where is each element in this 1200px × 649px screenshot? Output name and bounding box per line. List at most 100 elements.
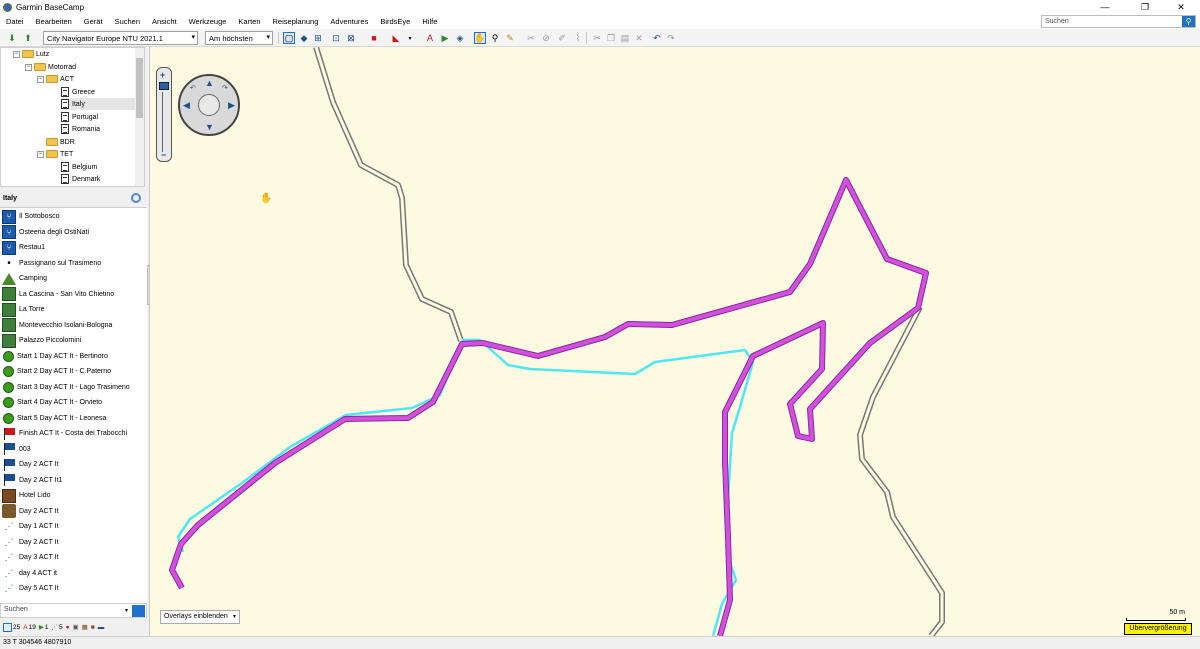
search-icon[interactable]: ⚲ (1182, 16, 1195, 27)
paste-icon[interactable]: ▤ (619, 32, 631, 44)
filter-poi-button[interactable]: ● (66, 624, 70, 631)
select-tool-icon[interactable]: ⊘ (540, 32, 552, 44)
list-item[interactable]: Hotel Lido (2, 488, 142, 503)
zoom-in-icon[interactable]: + (160, 70, 165, 80)
list-item[interactable]: Day 2 ACT It1 (2, 473, 142, 488)
menu-hilfe[interactable]: Hilfe (416, 17, 443, 26)
new-track-icon[interactable]: ▶ (439, 32, 451, 44)
list-item[interactable]: Camping (2, 271, 142, 286)
list-search-input[interactable]: Suchen (1, 603, 31, 616)
insert-tool-icon[interactable]: ✂ (525, 32, 537, 44)
zoom-slider-handle[interactable] (159, 82, 169, 90)
receive-from-device-icon[interactable]: ⬇ (6, 32, 18, 44)
list-item[interactable]: ⑂ Osteeria degli OstiNati (2, 225, 142, 240)
2d-view-icon[interactable]: ▢ (283, 32, 295, 44)
map-view[interactable]: + − ▲ ▼ ◀ ▶ ↶ ↷ ✋ Overlays einblenden ▾ … (149, 47, 1200, 636)
route-line[interactable] (170, 178, 928, 636)
filter-hotel-button[interactable]: ■ (91, 624, 95, 631)
list-item[interactable]: 003 (2, 442, 142, 457)
scrollbar-thumb[interactable] (136, 58, 143, 118)
list-item[interactable]: Finish ACT It - Costa dei Trabocchi (2, 426, 142, 441)
menu-bearbeiten[interactable]: Bearbeiten (30, 17, 78, 26)
pan-control[interactable]: ▲ ▼ ◀ ▶ ↶ ↷ (178, 74, 240, 136)
pan-up-icon[interactable]: ▲ (205, 78, 214, 88)
detail-level-select[interactable]: Am höchsten ▾ (205, 31, 273, 45)
tree-node-belgium[interactable]: Belgium (61, 161, 97, 173)
divide-tool-icon[interactable]: ⌇ (572, 32, 584, 44)
filter-device-button[interactable]: ▬ (98, 624, 105, 631)
new-route-icon[interactable]: A (424, 32, 436, 44)
motorcycle-profile-icon[interactable]: ◣ (390, 32, 402, 44)
tree-node-romania[interactable]: Romania (61, 123, 100, 135)
menu-werkzeuge[interactable]: Werkzeuge (183, 17, 233, 26)
minimize-button[interactable]: — (1090, 0, 1120, 14)
list-item[interactable]: Day 2 ACT It (2, 457, 142, 472)
map-product-select[interactable]: City Navigator Europe NTU 2021.1 ▾ (43, 31, 198, 45)
track-line[interactable] (176, 338, 755, 636)
list-item[interactable]: Start 3 Day ACT It - Lago Trasimeno (2, 380, 142, 395)
delete-icon[interactable]: ✕ (633, 32, 645, 44)
pan-down-icon[interactable]: ▼ (205, 122, 214, 132)
tree-node-denmark[interactable]: Denmark (61, 173, 100, 185)
overlays-dropdown[interactable]: Overlays einblenden ▾ (160, 610, 240, 624)
zoom-slider[interactable]: + − (156, 67, 172, 162)
restore-button[interactable]: ❐ (1130, 0, 1160, 14)
tree-node-motorrad[interactable]: − Motorrad (25, 61, 76, 73)
pan-center-button[interactable] (198, 94, 220, 116)
tree-node-lutz[interactable]: − Lutz (13, 48, 49, 60)
tree-node-act[interactable]: − ACT (37, 73, 74, 85)
chevron-down-icon[interactable]: ▾ (125, 607, 128, 614)
tree-scrollbar[interactable] (135, 48, 144, 186)
new-waypoint-icon[interactable]: ◈ (454, 32, 466, 44)
list-search[interactable]: Suchen ▾ (0, 603, 147, 618)
zoom-out-icon[interactable]: − (161, 150, 166, 160)
map-view-icon[interactable]: ⊠ (345, 32, 357, 44)
list-item[interactable]: ⋰ Day 2 ACT It (2, 535, 142, 550)
tree-node-portugal[interactable]: Portugal (61, 111, 98, 123)
filter-icon[interactable] (132, 605, 145, 617)
list-item[interactable]: ⑂ Restau1 (2, 240, 142, 255)
trackpoint-count[interactable]: ⋰ 5 (51, 623, 62, 632)
hand-tool-icon[interactable]: ✋ (474, 32, 486, 44)
close-button[interactable]: ✕ (1166, 0, 1196, 14)
rotate-left-icon[interactable]: ↶ (190, 84, 196, 92)
map-canvas[interactable] (150, 47, 1200, 636)
pan-right-icon[interactable]: ▶ (228, 100, 235, 111)
list-item[interactable]: Start 5 Day ACT It - Leonesa (2, 411, 142, 426)
list-item[interactable]: Montevecchio Isolani-Bologna (2, 318, 142, 333)
redo-icon[interactable]: ↷ (665, 32, 677, 44)
collapse-icon[interactable]: − (25, 63, 32, 71)
list-item[interactable]: ⋰ Day 1 ACT It (2, 519, 142, 534)
route-count[interactable]: A 19 (23, 624, 36, 631)
list-item[interactable]: • Passignano sul Trasimeno (2, 256, 142, 271)
filter-geocache-button[interactable]: ▦ (82, 623, 88, 631)
menu-ansicht[interactable]: Ansicht (146, 17, 183, 26)
tree-node-bdr[interactable]: BDR (46, 136, 75, 148)
measure-tool-icon[interactable]: ✎ (504, 32, 516, 44)
list-item[interactable]: La Cascina - San Vito Chietino (2, 287, 142, 302)
copy-icon[interactable]: ❐ (605, 32, 617, 44)
list-item[interactable]: Start 1 Day ACT It - Bertinoro (2, 349, 142, 364)
send-to-device-icon[interactable]: ⬆ (22, 32, 34, 44)
chevron-down-icon[interactable]: ▾ (404, 32, 416, 44)
collapse-icon[interactable]: − (37, 150, 44, 158)
global-search[interactable]: Suchen ⚲ (1041, 15, 1196, 28)
list-item[interactable]: ⑂ Il Sottobosco (2, 209, 142, 224)
search-input[interactable]: Suchen (1042, 16, 1182, 27)
fit-map-icon[interactable]: ⊡ (330, 32, 342, 44)
list-item[interactable]: Start 4 Day ACT It - Orvieto (2, 395, 142, 410)
menu-datei[interactable]: Datei (0, 17, 30, 26)
tree-node-greece[interactable]: Greece (61, 86, 95, 98)
menu-birdseye[interactable]: BirdsEye (374, 17, 416, 26)
rotate-right-icon[interactable]: ↷ (222, 84, 228, 92)
routing-profile-icon[interactable]: ■ (368, 32, 380, 44)
list-item[interactable]: ⋰ Day 3 ACT It (2, 550, 142, 565)
undo-icon[interactable]: ↶ (651, 32, 663, 44)
list-item[interactable]: ⋰ Day 5 ACT It (2, 581, 142, 596)
menu-adventures[interactable]: Adventures (324, 17, 374, 26)
filter-photo-button[interactable]: ▣ (73, 623, 79, 631)
collapse-icon[interactable]: − (13, 50, 20, 58)
map-tiles-icon[interactable]: ⊞ (312, 32, 324, 44)
gear-icon[interactable] (131, 193, 141, 203)
list-item[interactable]: ⋰ day 4 ACT it (2, 566, 142, 581)
